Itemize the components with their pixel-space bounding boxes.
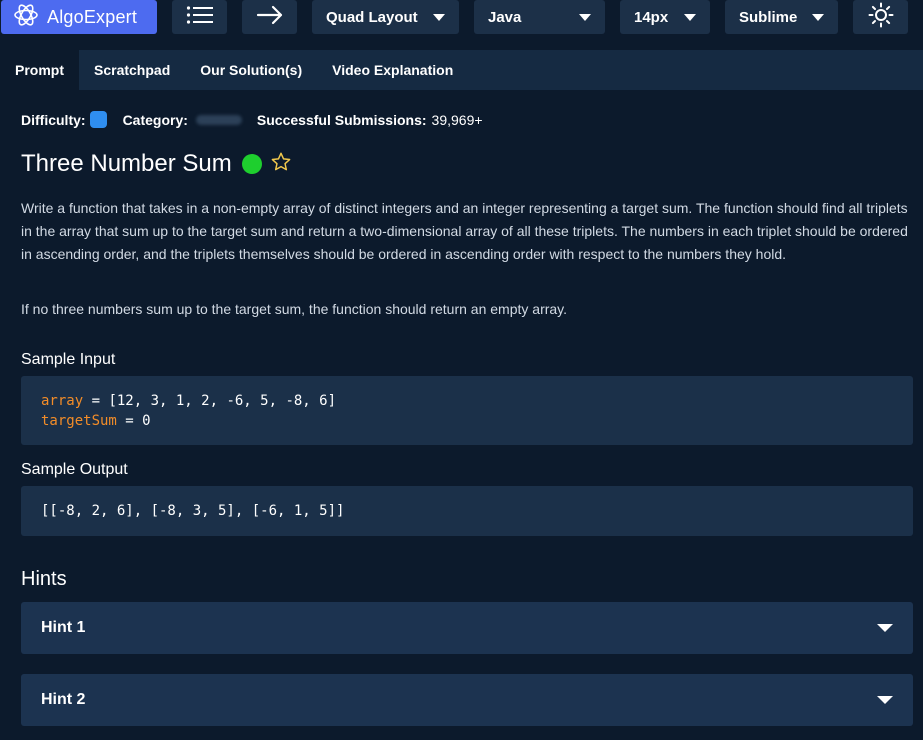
- caret-down-icon: [877, 624, 893, 632]
- caret-down-icon: [684, 13, 696, 21]
- sample-input-line-1: array = [12, 3, 1, 2, -6, 5, -8, 6]: [41, 391, 893, 411]
- sample-input-heading: Sample Input: [21, 351, 116, 368]
- code-text: = 0: [116, 413, 151, 429]
- hints-heading: Hints: [21, 568, 67, 590]
- hint-label: Hint 2: [41, 691, 86, 708]
- tab-our-solutions[interactable]: Our Solution(s): [185, 50, 317, 90]
- caret-down-icon: [877, 696, 893, 704]
- category-label: Category:: [122, 111, 188, 128]
- category-value-blurred: [195, 114, 242, 125]
- hint-label: Hint 1: [41, 619, 86, 636]
- keymap-dropdown-label: Sublime: [739, 8, 798, 26]
- algoexpert-logo-icon: [13, 2, 39, 33]
- code-variable: targetSum: [41, 413, 117, 429]
- submissions-label: Successful Submissions:: [256, 111, 427, 128]
- keymap-dropdown[interactable]: Sublime: [725, 0, 838, 34]
- sample-output-heading: Sample Output: [21, 461, 128, 478]
- sample-input-line-2: targetSum = 0: [41, 411, 893, 431]
- list-icon: [186, 5, 214, 30]
- layout-dropdown[interactable]: Quad Layout: [312, 0, 459, 34]
- sample-output-value: [[-8, 2, 6], [-8, 3, 5], [-6, 1, 5]]: [41, 503, 345, 519]
- problem-meta: Difficulty: Category: Successful Submiss…: [21, 111, 483, 128]
- language-dropdown-label: Java: [488, 8, 522, 26]
- hint-2-accordion[interactable]: Hint 2: [21, 674, 913, 726]
- tab-video-explanation[interactable]: Video Explanation: [317, 50, 468, 90]
- font-size-dropdown-label: 14px: [634, 8, 669, 26]
- theme-toggle-button[interactable]: [853, 0, 908, 34]
- hint-1-accordion[interactable]: Hint 1: [21, 602, 913, 654]
- star-icon[interactable]: [270, 151, 292, 178]
- prompt-tabs: Prompt Scratchpad Our Solution(s) Video …: [0, 50, 923, 90]
- top-toolbar: AlgoExpert Quad Layout Java 14px Sublime: [0, 0, 923, 36]
- tab-scratchpad[interactable]: Scratchpad: [79, 50, 185, 90]
- code-text: = [12, 3, 1, 2, -6, 5, -8, 6]: [83, 393, 337, 409]
- arrow-right-icon: [256, 5, 284, 30]
- font-size-dropdown[interactable]: 14px: [620, 0, 710, 34]
- caret-down-icon: [812, 13, 824, 21]
- sample-output-code: [[-8, 2, 6], [-8, 3, 5], [-6, 1, 5]]: [21, 486, 913, 536]
- difficulty-label: Difficulty:: [21, 111, 86, 128]
- language-dropdown[interactable]: Java: [474, 0, 605, 34]
- problem-title-row: Three Number Sum: [21, 150, 292, 178]
- problem-list-button[interactable]: [172, 0, 227, 34]
- sun-icon: [868, 2, 894, 33]
- difficulty-indicator: [89, 111, 107, 128]
- code-variable: array: [41, 393, 84, 409]
- algoexpert-logo-button[interactable]: AlgoExpert: [1, 0, 157, 34]
- problem-description: Write a function that takes in a non-emp…: [21, 200, 908, 262]
- layout-dropdown-label: Quad Layout: [326, 8, 418, 26]
- submissions-value: 39,969+: [431, 111, 483, 128]
- next-problem-button[interactable]: [242, 0, 297, 34]
- logo-text: AlgoExpert: [47, 6, 138, 27]
- problem-title: Three Number Sum: [21, 150, 232, 177]
- problem-description-empty-case: If no three numbers sum up to the target…: [21, 301, 568, 317]
- caret-down-icon: [579, 13, 591, 21]
- tab-prompt[interactable]: Prompt: [0, 50, 79, 90]
- completed-status-dot: [241, 154, 262, 174]
- caret-down-icon: [433, 13, 445, 21]
- sample-input-code: array = [12, 3, 1, 2, -6, 5, -8, 6] targ…: [21, 376, 913, 445]
